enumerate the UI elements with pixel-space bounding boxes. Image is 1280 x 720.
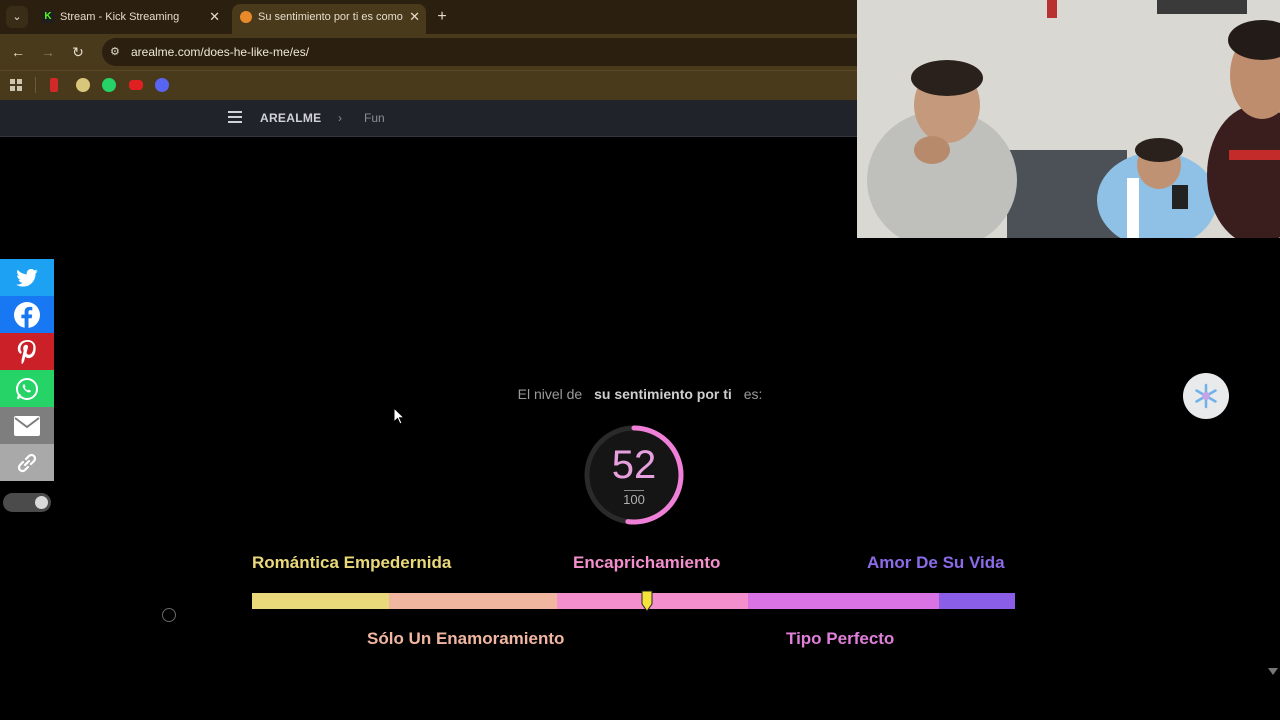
score-value: 52	[611, 443, 657, 487]
share-bar	[0, 259, 54, 481]
label-tipo-perfecto: Tipo Perfecto	[786, 629, 895, 648]
tab-title: Stream - Kick Streaming	[60, 11, 180, 23]
back-icon[interactable]: ←	[9, 43, 27, 61]
fox-logo-icon	[240, 11, 252, 23]
bookmarks-bar	[0, 70, 857, 100]
score-divider	[624, 490, 644, 491]
scale-marker	[641, 590, 653, 612]
dark-mode-toggle[interactable]	[3, 493, 51, 512]
tab-kick-stream[interactable]: K Stream - Kick Streaming ✕	[34, 4, 226, 34]
scale-segment-1	[252, 593, 389, 609]
scale-segment-5	[939, 593, 1015, 609]
scroll-down-arrow-icon[interactable]	[1268, 668, 1278, 675]
youtube-bookmark-icon[interactable]	[129, 80, 143, 90]
snowflake-widget-button[interactable]	[1183, 373, 1229, 419]
snowflake-icon	[1195, 383, 1217, 409]
email-icon	[14, 415, 40, 436]
whatsapp-bookmark-icon[interactable]	[102, 78, 116, 92]
result-suffix: es:	[743, 386, 763, 402]
tab-strip: ⌄ K Stream - Kick Streaming ✕ Su sentimi…	[0, 0, 857, 34]
small-circle-icon[interactable]	[162, 608, 176, 622]
close-tab-icon[interactable]: ✕	[209, 4, 220, 30]
bookmark-red-icon[interactable]	[50, 78, 58, 92]
menu-icon[interactable]	[228, 111, 242, 123]
site-settings-icon[interactable]: ⚙	[110, 45, 124, 59]
label-amor: Amor De Su Vida	[867, 553, 1005, 572]
email-share-button[interactable]	[0, 407, 54, 444]
result-prefix: El nivel de	[517, 386, 583, 402]
apps-grid-icon[interactable]	[10, 78, 22, 91]
mouse-cursor-icon	[393, 407, 405, 425]
new-tab-button[interactable]: +	[434, 6, 450, 28]
address-bar[interactable]: ⚙ arealme.com/does-he-like-me/es/	[102, 38, 862, 66]
label-romantica: Romántica Empedernida	[252, 553, 452, 572]
twitter-icon	[16, 268, 38, 287]
webcam-overlay	[857, 0, 1280, 238]
url-text[interactable]: arealme.com/does-he-like-me/es/	[131, 38, 309, 66]
reload-icon[interactable]: ↻	[69, 43, 87, 61]
bookmark-yellow-icon[interactable]	[76, 78, 90, 92]
result-subject: su sentimiento por ti	[594, 386, 732, 402]
tab-search-button[interactable]: ⌄	[6, 6, 28, 28]
forward-icon[interactable]: →	[39, 43, 57, 61]
webcam-feed-image	[857, 0, 1280, 238]
scale-segment-2	[389, 593, 557, 609]
breadcrumb-fun[interactable]: Fun	[364, 100, 385, 136]
label-solo-enamoramiento: Sólo Un Enamoramiento	[367, 629, 565, 648]
close-tab-icon[interactable]: ✕	[409, 4, 420, 30]
site-brand[interactable]: AREALME	[260, 100, 321, 136]
facebook-share-button[interactable]	[0, 296, 54, 333]
breadcrumb-separator: ›	[338, 111, 342, 125]
scale-segment-4	[748, 593, 939, 609]
result-text: El nivel de su sentimiento por ti es:	[0, 386, 1280, 402]
site-header: AREALME › Fun	[0, 100, 857, 137]
link-icon	[17, 453, 37, 472]
tab-arealme[interactable]: Su sentimiento por ti es como ✕	[232, 4, 426, 34]
browser-toolbar: ← → ↻ ⚙ arealme.com/does-he-like-me/es/	[0, 34, 862, 70]
pinterest-icon	[17, 339, 36, 364]
result-scale-bar	[252, 593, 1015, 609]
bookmark-divider	[35, 77, 36, 93]
score-max: 100	[623, 492, 645, 507]
pinterest-share-button[interactable]	[0, 333, 54, 370]
discord-bookmark-icon[interactable]	[155, 78, 169, 92]
twitter-share-button[interactable]	[0, 259, 54, 296]
facebook-icon	[14, 301, 40, 328]
kick-logo-icon: K	[42, 11, 54, 23]
toggle-knob	[35, 496, 48, 509]
label-encaprichamiento: Encaprichamiento	[573, 553, 721, 572]
copy-link-button[interactable]	[0, 444, 54, 481]
tab-title: Su sentimiento por ti es como	[258, 11, 403, 23]
